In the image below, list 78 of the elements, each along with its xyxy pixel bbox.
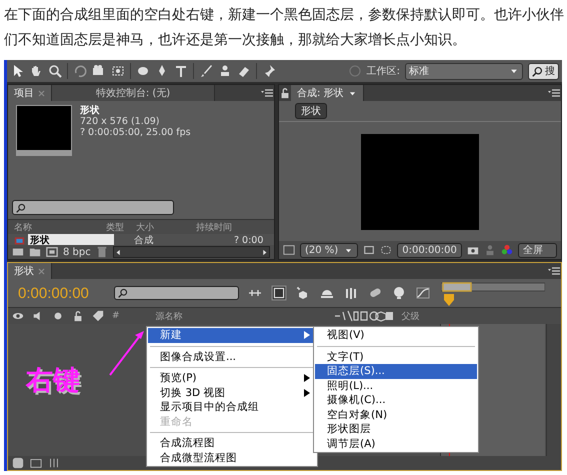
item-name: 形状 (80, 105, 101, 116)
lock-icon[interactable] (279, 87, 291, 99)
ellipse-tool-icon[interactable] (136, 64, 150, 78)
vertical-scrollbar[interactable] (546, 324, 561, 456)
search-icon (16, 202, 26, 212)
current-time-field[interactable]: 0:00:00:00 (397, 242, 462, 258)
panel-menu-icon[interactable] (260, 87, 274, 99)
help-search-field[interactable]: 搜 (528, 62, 559, 80)
menu-item[interactable]: 文字(T) (315, 350, 477, 364)
rgb-channels-icon[interactable] (500, 244, 513, 256)
horizontal-scrollbar[interactable] (112, 246, 270, 258)
annotation-label: 右键 (26, 364, 80, 398)
article-paragraph: 在下面的合成组里面的空白处右键，新建一个黑色固态层，参数保持默认即可。也许小伙伴们不知道固态层是神马，也许还是第一次接触，那就给大家增长点小知识。 (3, 6, 565, 50)
column-header[interactable]: 名称 (14, 220, 106, 234)
pointer-arrow (108, 329, 146, 377)
clone-stamp-tool-icon[interactable] (218, 64, 232, 78)
menu-item[interactable]: 形状图层 (315, 422, 477, 436)
magnification-dropdown[interactable]: (20 %) (300, 242, 358, 258)
column-header: # (112, 311, 120, 321)
label-tag-icon (92, 310, 104, 322)
menu-item[interactable]: 新建 (148, 328, 316, 342)
solo-dot-icon (52, 310, 64, 322)
workspace-label: 工作区: (366, 65, 400, 78)
menu-item[interactable]: 合成微型流程图 (148, 450, 316, 465)
column-header[interactable]: 类型 (106, 220, 136, 234)
panel-tab[interactable]: 项目 (8, 85, 52, 101)
lock-icon (72, 310, 84, 322)
menu-item[interactable]: 图像合成设置... (148, 350, 316, 364)
panel-menu-icon[interactable] (547, 87, 561, 99)
project-search-field[interactable] (12, 200, 174, 215)
item-duration-cell-text: ? 0:00 (234, 235, 264, 246)
menu-item[interactable]: 合成流程图 (148, 436, 316, 450)
panel-menu-icon[interactable] (547, 265, 561, 277)
timeline-tab[interactable]: 形状 (8, 263, 52, 279)
resolution-dropdown[interactable]: 全屏 (518, 242, 557, 258)
zoom-tool-icon[interactable] (48, 64, 62, 78)
type-tool-icon[interactable] (174, 64, 188, 78)
composition-tab[interactable]: 合成: 形状 (291, 85, 364, 101)
panel-tab[interactable]: 特效控制台: (无) (52, 85, 215, 101)
trash-icon[interactable] (96, 246, 108, 258)
column-header: 父级 (402, 310, 420, 322)
eraser-tool-icon[interactable] (237, 64, 251, 78)
menu-item[interactable]: 固态层(S)... (315, 364, 477, 378)
graph-editor-icon[interactable] (415, 286, 431, 300)
menu-item[interactable]: 切换 3D 视图 (148, 386, 316, 400)
right-arrow-icon (260, 248, 269, 256)
menu-item[interactable]: 空白对象(N) (315, 408, 477, 422)
column-header: 源名称 (156, 310, 184, 322)
search-icon (118, 288, 128, 298)
column-header[interactable]: 持续时间 (196, 220, 236, 234)
composition-thumbnail (16, 105, 72, 156)
workspace-dropdown[interactable]: 标准 (405, 62, 523, 80)
new-composition-icon[interactable] (46, 246, 58, 258)
hand-tool-icon[interactable] (29, 64, 43, 78)
menu-item[interactable]: 视图(V) (315, 328, 477, 342)
pan-behind-tool-icon[interactable] (111, 64, 125, 78)
menu-item[interactable]: 摄像机(C)... (315, 393, 477, 408)
bit-depth[interactable]: 8 bpc (63, 246, 91, 258)
frame-blending-icon[interactable] (343, 286, 359, 300)
item-dimensions: 720 x 576 (1.09) (80, 116, 161, 127)
composition-breadcrumb[interactable]: 形状 (295, 103, 327, 119)
camera-tool-icon[interactable] (92, 64, 106, 78)
item-type: 合成 (134, 234, 155, 247)
submenu-arrow-icon (304, 331, 310, 340)
work-area-bar[interactable] (441, 282, 545, 292)
playhead-icon[interactable] (444, 294, 454, 306)
menu-item[interactable]: 调节层(A) (315, 436, 477, 451)
item-duration: ? 0:00:05:00, 25.00 fps (80, 127, 191, 138)
column-header[interactable]: 大小 (136, 220, 196, 234)
rotate-tool-icon[interactable] (73, 64, 87, 78)
menu-item[interactable]: 显示项目中的合成组 (148, 400, 316, 414)
brush-tool-icon[interactable] (199, 64, 213, 78)
menu-item[interactable]: 预览(P) (148, 371, 316, 386)
search-icon (532, 66, 543, 76)
menu-item[interactable]: 照明(L)... (315, 378, 477, 393)
composition-icon (14, 235, 25, 246)
layer-switches-icon (334, 310, 394, 322)
layer-search-field[interactable] (114, 286, 239, 300)
